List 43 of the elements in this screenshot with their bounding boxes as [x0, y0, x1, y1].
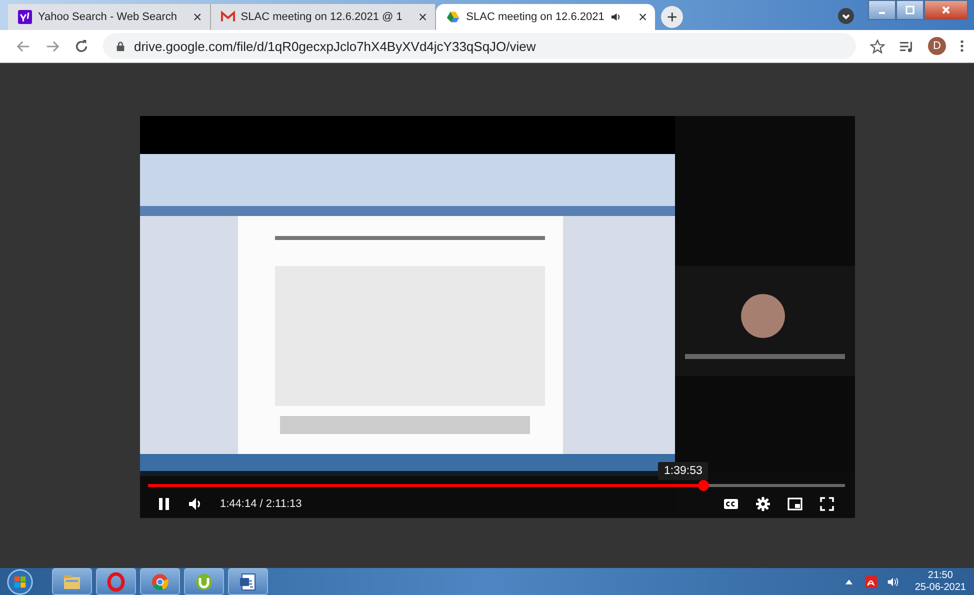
settings-icon[interactable]: [755, 496, 771, 512]
new-tab-button[interactable]: +: [661, 6, 684, 28]
browser-tab[interactable]: Yahoo Search - Web Search ×: [8, 4, 211, 30]
speaker-icon[interactable]: [610, 11, 622, 23]
forward-icon[interactable]: [45, 38, 60, 54]
close-button[interactable]: [924, 0, 968, 20]
close-tab-button[interactable]: ×: [416, 10, 430, 24]
close-tab-button[interactable]: ×: [191, 10, 204, 24]
back-icon[interactable]: [16, 38, 31, 54]
lock-icon: [115, 40, 126, 52]
captions-icon[interactable]: [723, 496, 739, 512]
browser-tab[interactable]: SLAC meeting on 12.6.2021 @ 1 ×: [210, 4, 436, 30]
profile-avatar[interactable]: D: [928, 37, 946, 55]
close-icon: [941, 5, 951, 15]
clock-date: 25-06-2021: [914, 582, 966, 594]
maximize-icon: [905, 5, 915, 15]
address-field[interactable]: drive.google.com/file/d/1qR0gecxpJclo7hX4ByXVd4jcY33qSqJO/view: [103, 33, 856, 59]
tab-title: SLAC meeting on 12.6.2021: [466, 11, 604, 23]
star-icon[interactable]: [870, 38, 885, 54]
torrent-icon[interactable]: [184, 568, 224, 595]
start-button[interactable]: [6, 568, 34, 595]
pause-button[interactable]: [156, 496, 172, 512]
document-icon[interactable]: [228, 568, 268, 595]
tab-title: Yahoo Search - Web Search: [38, 11, 178, 23]
maximize-button[interactable]: [896, 0, 924, 20]
miniplayer-icon[interactable]: [787, 496, 803, 512]
clock-time: 21:50: [928, 570, 953, 582]
volume-icon[interactable]: [886, 576, 899, 588]
drive-icon: [446, 10, 460, 24]
acrobat-icon[interactable]: [864, 576, 877, 588]
playback-time: 1:44:14 / 2:11:13: [220, 498, 302, 510]
reload-icon[interactable]: [74, 38, 89, 54]
fullscreen-icon[interactable]: [819, 496, 835, 512]
menu-icon[interactable]: [960, 39, 964, 53]
minimize-button[interactable]: [868, 0, 896, 20]
minimize-icon: [879, 12, 885, 14]
time-tooltip: 1:39:53: [658, 462, 708, 480]
yahoo-icon: [18, 10, 32, 24]
mail-icon: [220, 10, 235, 24]
tab-title: SLAC meeting on 12.6.2021 @ 1: [240, 11, 402, 23]
browser-tab[interactable]: SLAC meeting on 12.6.2021 ×: [436, 4, 656, 30]
close-tab-button[interactable]: ×: [636, 10, 650, 24]
search-tabs-icon[interactable]: [838, 8, 854, 24]
